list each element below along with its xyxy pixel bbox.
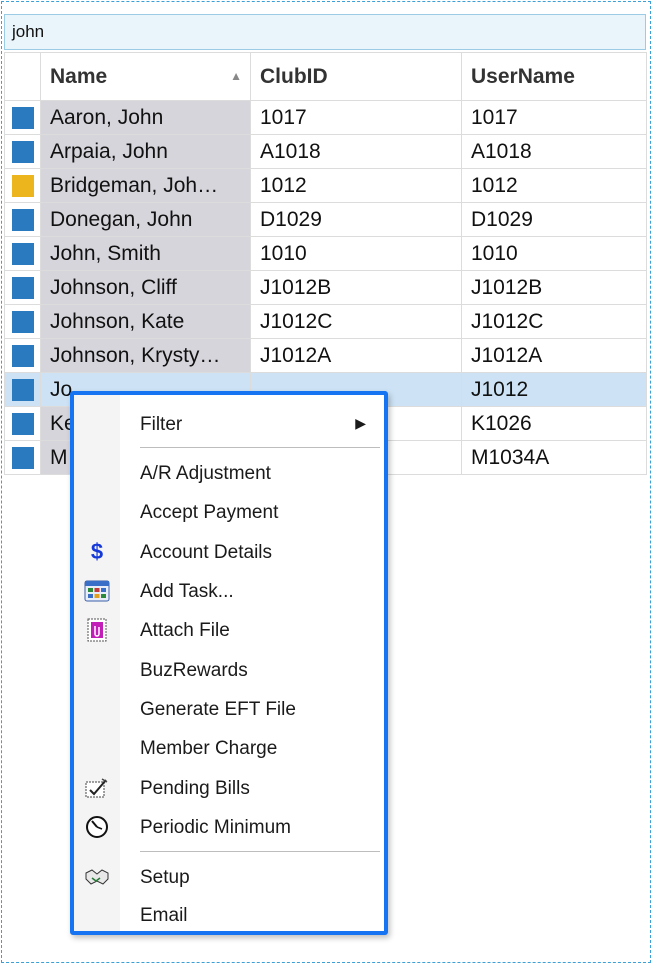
column-header-clubid[interactable]: ClubID — [250, 52, 462, 101]
cell-clubid[interactable]: 1017 — [250, 100, 462, 135]
cell-name[interactable]: Johnson, Cliff — [40, 270, 251, 305]
status-color-swatch — [11, 140, 34, 163]
status-color-swatch — [11, 378, 34, 401]
table-row[interactable]: Donegan, John D1029 D1029 — [4, 202, 647, 237]
menu-separator — [140, 447, 380, 448]
sort-ascending-icon: ▲ — [230, 68, 242, 83]
menu-item-periodic-minimum[interactable]: Periodic Minimum — [74, 810, 384, 844]
cell-username[interactable]: M1034A — [461, 440, 647, 475]
search-input[interactable]: john — [4, 14, 646, 50]
table-row[interactable]: Aaron, John 1017 1017 — [4, 100, 647, 135]
cell-clubid[interactable]: J1012B — [250, 270, 462, 305]
cell-username[interactable]: D1029 — [461, 202, 647, 237]
cell-username[interactable]: J1012A — [461, 338, 647, 373]
submenu-arrow-icon: ▶ — [355, 415, 366, 431]
cell-clubid[interactable]: 1010 — [250, 236, 462, 271]
cell-clubid[interactable]: A1018 — [250, 134, 462, 169]
status-color-swatch — [11, 446, 34, 469]
menu-item-add-task[interactable]: Add Task... — [74, 574, 384, 608]
cell-username[interactable]: J1012C — [461, 304, 647, 339]
cell-name[interactable]: Johnson, Krysty… — [40, 338, 251, 373]
table-row[interactable]: Johnson, Cliff J1012B J1012B — [4, 270, 647, 305]
menu-item-buzrewards[interactable]: BuzRewards — [74, 653, 384, 687]
menu-item-member-charge[interactable]: Member Charge — [74, 731, 384, 765]
table-row[interactable]: Johnson, Krysty… J1012A J1012A — [4, 338, 647, 373]
status-color-swatch — [11, 106, 34, 129]
pending-bills-icon — [84, 776, 110, 800]
indicator-header — [4, 52, 41, 101]
dollar-icon: $ — [90, 539, 104, 564]
cell-clubid[interactable]: J1012A — [250, 338, 462, 373]
menu-item-email[interactable]: Email — [74, 898, 384, 932]
menu-item-ar-adjustment[interactable]: A/R Adjustment — [74, 456, 384, 490]
cell-name[interactable]: Donegan, John — [40, 202, 251, 237]
cell-username[interactable]: J1012 — [461, 372, 647, 407]
handshake-icon — [84, 865, 110, 889]
column-header-username[interactable]: UserName — [461, 52, 647, 101]
table-row[interactable]: Johnson, Kate J1012C J1012C — [4, 304, 647, 339]
menu-item-generate-eft-file[interactable]: Generate EFT File — [74, 692, 384, 726]
grid-header-row: Name ▲ ClubID UserName — [4, 52, 647, 101]
menu-item-setup[interactable]: Setup — [74, 860, 384, 894]
cell-name[interactable]: Bridgeman, Joh… — [40, 168, 251, 203]
menu-item-accept-payment[interactable]: Accept Payment — [74, 495, 384, 529]
cell-name[interactable]: Aaron, John — [40, 100, 251, 135]
status-color-swatch — [11, 344, 34, 367]
status-color-swatch — [11, 276, 34, 299]
attach-file-icon — [84, 618, 110, 642]
menu-item-pending-bills[interactable]: Pending Bills — [74, 771, 384, 805]
table-row[interactable]: John, Smith 1010 1010 — [4, 236, 647, 271]
menu-item-filter[interactable]: Filter ▶ — [74, 407, 384, 441]
menu-separator — [140, 851, 380, 852]
calendar-icon — [84, 579, 110, 603]
cell-username[interactable]: 1017 — [461, 100, 647, 135]
menu-item-attach-file[interactable]: Attach File — [74, 613, 384, 647]
status-color-swatch — [11, 412, 34, 435]
context-menu: Filter ▶ A/R Adjustment Accept Payment $… — [70, 391, 388, 935]
status-color-swatch — [11, 208, 34, 231]
cell-username[interactable]: K1026 — [461, 406, 647, 441]
cell-username[interactable]: 1012 — [461, 168, 647, 203]
menu-item-account-details[interactable]: $ Account Details — [74, 535, 384, 569]
clock-icon — [84, 815, 110, 839]
table-row[interactable]: Bridgeman, Joh… 1012 1012 — [4, 168, 647, 203]
cell-name[interactable]: Arpaia, John — [40, 134, 251, 169]
cell-username[interactable]: 1010 — [461, 236, 647, 271]
column-header-name[interactable]: Name ▲ — [40, 52, 251, 101]
cell-name[interactable]: John, Smith — [40, 236, 251, 271]
cell-name[interactable]: Johnson, Kate — [40, 304, 251, 339]
cell-clubid[interactable]: 1012 — [250, 168, 462, 203]
status-color-swatch — [11, 174, 34, 197]
cell-username[interactable]: A1018 — [461, 134, 647, 169]
table-row[interactable]: Arpaia, John A1018 A1018 — [4, 134, 647, 169]
cell-clubid[interactable]: D1029 — [250, 202, 462, 237]
cell-clubid[interactable]: J1012C — [250, 304, 462, 339]
cell-username[interactable]: J1012B — [461, 270, 647, 305]
status-color-swatch — [11, 310, 34, 333]
status-color-swatch — [11, 242, 34, 265]
